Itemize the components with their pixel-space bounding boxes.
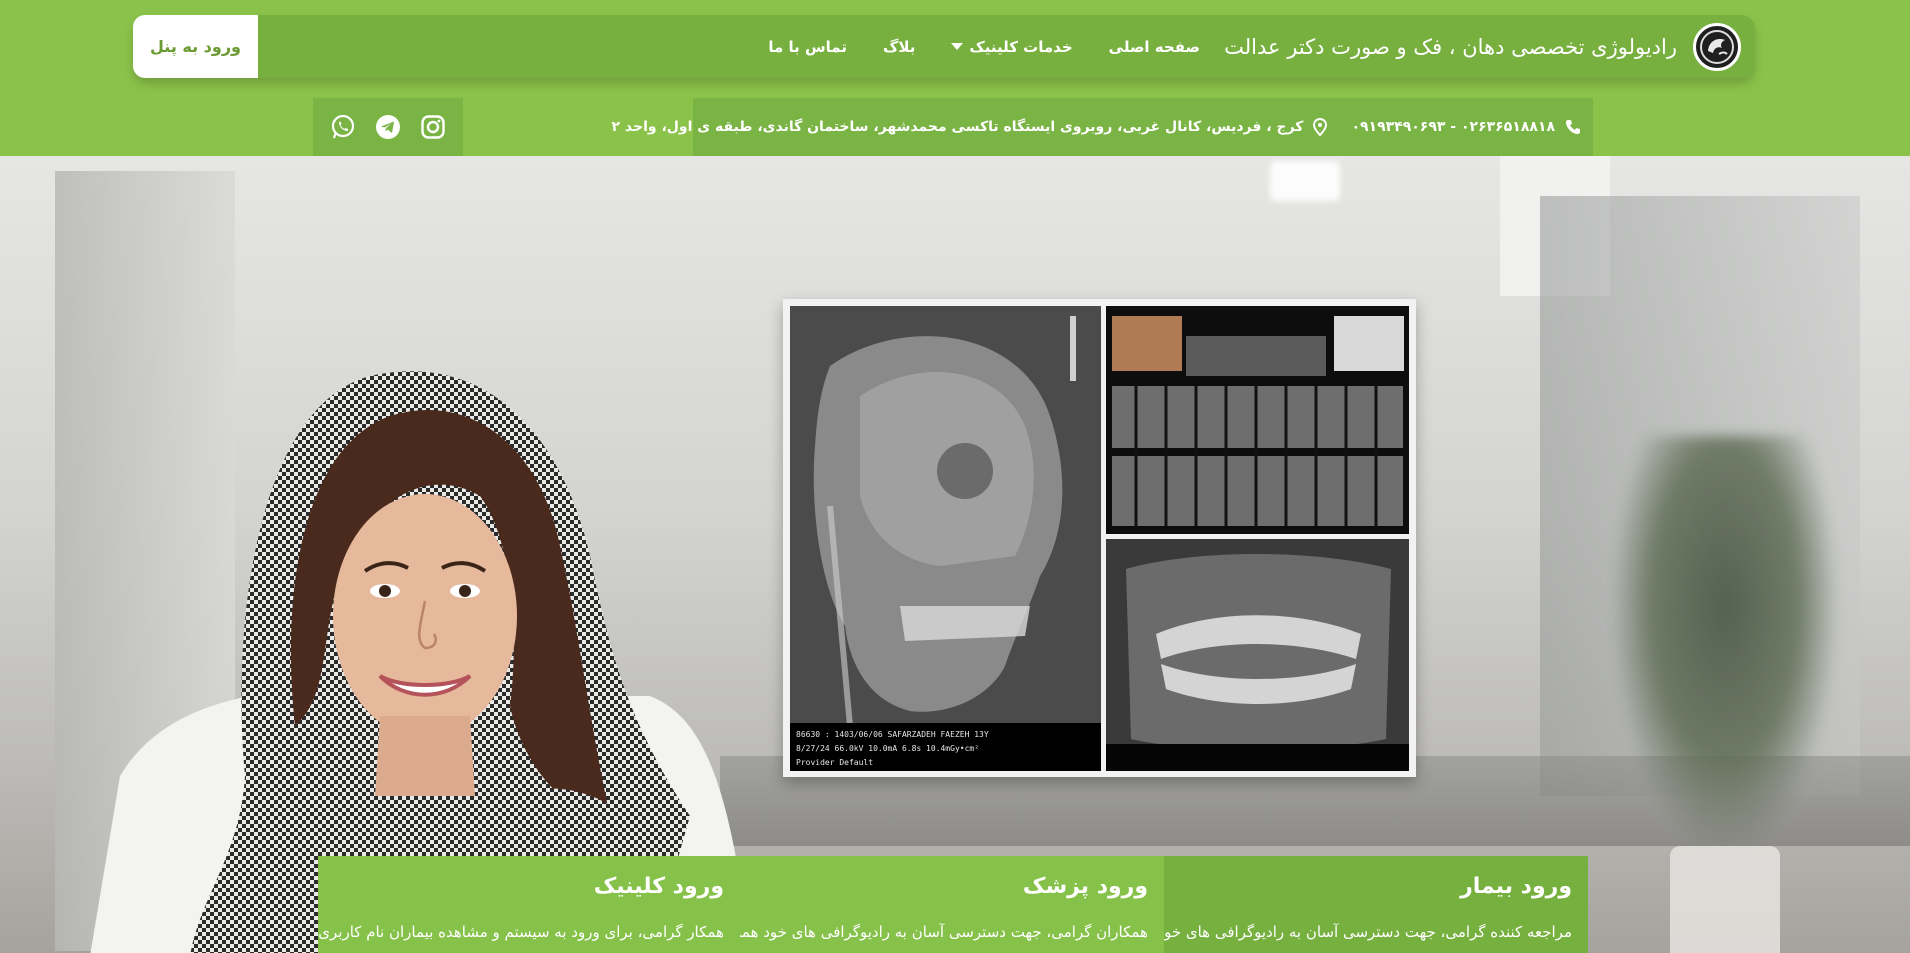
menu-item-services-label: خدمات کلینیک (969, 37, 1073, 56)
panoramic-xray-image (1106, 539, 1409, 771)
entry-cards: ورود بیمار مراجعه کننده گرامی، جهت دسترس… (318, 856, 1588, 953)
instagram-icon[interactable] (419, 113, 447, 141)
background-light (1270, 161, 1340, 201)
address-text: کرج ، فردیس، کانال غربی، روبروی ایستگاه … (611, 119, 1304, 135)
card-description: مراجعه کننده گرامی، جهت دسترسی آسان به ر… (1164, 923, 1572, 941)
main-menu: صفحه اصلی خدمات کلینیک بلاگ تماس با ما (768, 15, 1200, 78)
hero-section: 86630 : 1403/06/06 SAFARZADEH FAEZEH 13Y… (0, 156, 1910, 953)
menu-item-contact[interactable]: تماس با ما (768, 38, 847, 56)
top-header: ورود به پنل صفحه اصلی خدمات کلینیک بلاگ … (0, 0, 1910, 156)
phone-numbers: ۰۲۶۳۶۵۱۸۸۱۸ - ۰۹۱۹۳۴۹۰۶۹۳ (1351, 119, 1555, 135)
card-title: ورود بیمار (1460, 874, 1572, 899)
xray-collage: 86630 : 1403/06/06 SAFARZADEH FAEZEH 13Y… (783, 299, 1416, 777)
cephalometric-xray-image: 86630 : 1403/06/06 SAFARZADEH FAEZEH 13Y… (790, 306, 1101, 771)
cbct-xray-image (1106, 306, 1409, 534)
card-description: همکاران گرامی، جهت دسترسی آسان به رادیوگ… (740, 923, 1148, 941)
background-pot (1670, 846, 1780, 953)
patient-login-card[interactable]: ورود بیمار مراجعه کننده گرامی، جهت دسترس… (1164, 856, 1588, 953)
location-pin-icon (1313, 118, 1328, 136)
contact-bar: ۰۲۶۳۶۵۱۸۸۱۸ - ۰۹۱۹۳۴۹۰۶۹۳ کرج ، فردیس، ک… (611, 98, 1593, 156)
chevron-down-icon (951, 43, 964, 50)
social-links (313, 98, 463, 156)
logo-icon (1693, 22, 1741, 71)
menu-item-home[interactable]: صفحه اصلی (1109, 38, 1200, 56)
menu-item-services[interactable]: خدمات کلینیک (951, 37, 1073, 56)
xray-caption: 86630 : 1403/06/06 SAFARZADEH FAEZEH 13Y… (790, 723, 1101, 771)
whatsapp-icon[interactable] (329, 113, 357, 141)
background-plant (1610, 436, 1840, 856)
clinic-login-card[interactable]: ورود کلینیک همکار گرامی، برای ورود به سی… (318, 856, 740, 953)
brand[interactable]: رادیولوژی تخصصی دهان ، فک و صورت دکتر عد… (1224, 15, 1741, 78)
telegram-icon[interactable] (374, 113, 402, 141)
xray-caption-line-3: Provider Default (796, 758, 874, 767)
doctor-login-card[interactable]: ورود پزشک همکاران گرامی، جهت دسترسی آسان… (740, 856, 1164, 953)
card-title: ورود کلینیک (593, 874, 724, 899)
panel-login-button[interactable]: ورود به پنل (133, 15, 258, 78)
menu-item-blog[interactable]: بلاگ (883, 38, 915, 56)
navbar: ورود به پنل صفحه اصلی خدمات کلینیک بلاگ … (133, 15, 1755, 78)
xray-caption-line-1: 86630 : 1403/06/06 SAFARZADEH FAEZEH 13Y (796, 730, 989, 739)
xray-caption-line-2: 8/27/24 66.0kV 10.0mA 6.8s 10.4mGy•cm² (796, 744, 980, 753)
site-title: رادیولوژی تخصصی دهان ، فک و صورت دکتر عد… (1224, 34, 1677, 59)
doctor-portrait (90, 371, 750, 953)
phone-icon (1565, 119, 1581, 135)
card-title: ورود پزشک (1022, 874, 1148, 899)
card-description: همکار گرامی، برای ورود به سیستم و مشاهده… (318, 923, 724, 941)
